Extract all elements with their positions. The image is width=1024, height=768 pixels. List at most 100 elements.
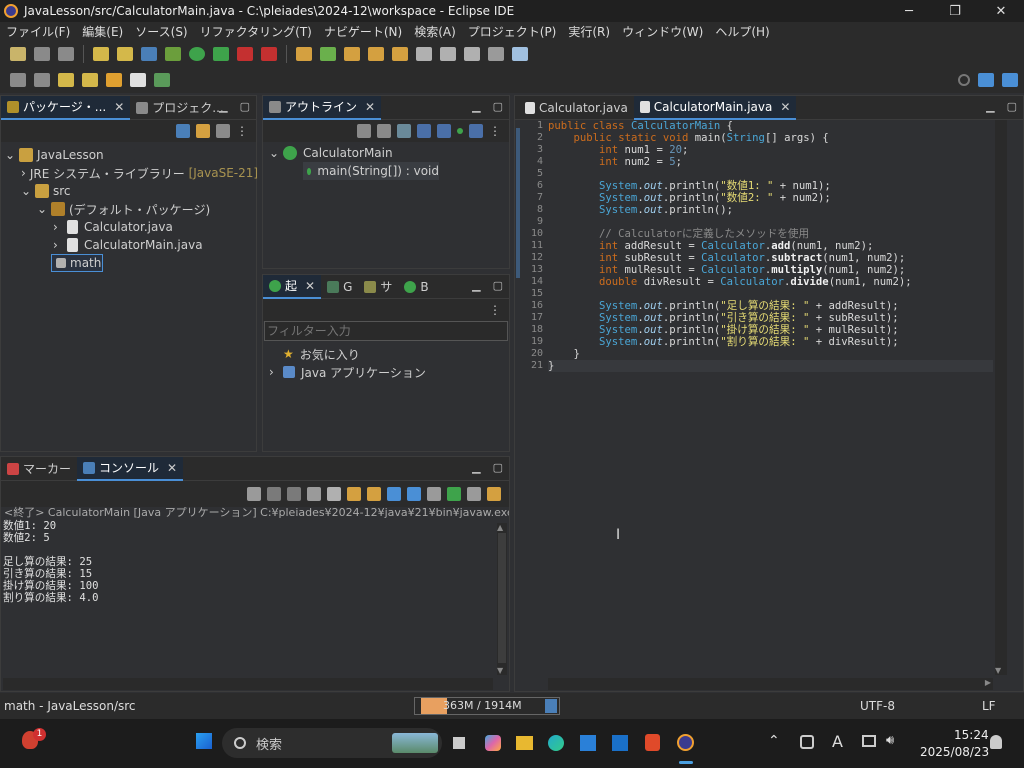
remove-all-icon[interactable] xyxy=(307,487,321,501)
hide-local-types-icon[interactable] xyxy=(437,124,451,138)
tab-project[interactable]: プロジェク... xyxy=(130,96,229,120)
maximize-button[interactable]: ❐ xyxy=(932,0,978,22)
external-tools-icon[interactable] xyxy=(261,47,277,61)
back-icon[interactable] xyxy=(106,73,122,87)
maximize-icon[interactable]: ▢ xyxy=(240,100,250,113)
save-icon[interactable] xyxy=(34,47,50,61)
console-scrollbar[interactable]: ▲ ▼ xyxy=(497,523,507,675)
minimize-icon[interactable]: ▁ xyxy=(472,100,480,113)
show-stdout-icon[interactable] xyxy=(387,487,401,501)
minimize-button[interactable]: ─ xyxy=(886,0,932,22)
link-editor-icon[interactable] xyxy=(196,124,210,138)
filter-input[interactable] xyxy=(264,321,508,341)
store-icon[interactable] xyxy=(580,735,596,751)
code-line[interactable]: public class CalculatorMain { xyxy=(548,120,993,132)
chevron-down-icon[interactable]: ⌄ xyxy=(37,202,51,216)
tree-item-calculatormain[interactable]: › CalculatorMain.java xyxy=(1,236,256,254)
remove-launch-icon[interactable] xyxy=(287,487,301,501)
link-icon[interactable] xyxy=(469,124,483,138)
chevron-down-icon[interactable]: ⌄ xyxy=(269,146,283,160)
start-button[interactable] xyxy=(196,733,212,749)
code-line[interactable]: // Calculatorに定義したメソッドを使用 xyxy=(548,228,993,240)
open-folder-icon[interactable] xyxy=(368,47,384,61)
menu-file[interactable]: ファイル(F) xyxy=(0,23,76,40)
console-hscroll[interactable] xyxy=(3,678,493,690)
display-icon[interactable] xyxy=(862,735,876,747)
new-console-icon[interactable] xyxy=(487,487,501,501)
chevron-right-icon[interactable]: › xyxy=(269,365,283,379)
hide-nonpublic-icon[interactable] xyxy=(417,124,431,138)
search-tool-icon[interactable] xyxy=(392,47,408,61)
word-wrap-icon[interactable] xyxy=(367,487,381,501)
code-line[interactable]: System.out.println("足し算の結果: " + addResul… xyxy=(548,300,993,312)
console-icon[interactable] xyxy=(141,47,157,61)
launch-item-favorites[interactable]: ★ お気に入り xyxy=(263,345,509,363)
file-explorer-icon[interactable] xyxy=(516,736,533,750)
tree-item-src[interactable]: ⌄ src xyxy=(1,182,256,200)
editor-vscroll[interactable]: ▼ xyxy=(995,120,1007,675)
back-edit-icon[interactable] xyxy=(58,73,74,87)
tab-calculator-java[interactable]: Calculator.java xyxy=(515,96,634,120)
terminate-icon[interactable] xyxy=(267,487,281,501)
new-java-project-icon[interactable] xyxy=(296,47,312,61)
annotation-icon[interactable] xyxy=(440,47,456,61)
tab-calculatormain-java[interactable]: CalculatorMain.java ✕ xyxy=(633,95,797,120)
undo-icon[interactable] xyxy=(93,47,109,61)
code-editor[interactable]: public class CalculatorMain { public sta… xyxy=(548,120,993,680)
task-view-icon[interactable] xyxy=(453,737,465,749)
code-line[interactable]: int subResult = Calculator.subtract(num1… xyxy=(548,252,993,264)
run-last-icon[interactable] xyxy=(213,47,229,61)
encoding[interactable]: UTF-8 xyxy=(860,699,895,713)
redo-icon[interactable] xyxy=(117,47,133,61)
perspective-icon[interactable] xyxy=(512,47,528,61)
edge-icon[interactable] xyxy=(548,735,564,751)
clock-date[interactable]: 2025/08/23 xyxy=(920,745,989,759)
code-line[interactable]: int num2 = 5; xyxy=(548,156,993,168)
maximize-icon[interactable]: ▢ xyxy=(493,279,503,292)
brave-icon[interactable] xyxy=(645,734,660,751)
tab-sa[interactable]: サ xyxy=(358,275,398,299)
chevron-down-icon[interactable]: ⌄ xyxy=(5,148,19,162)
forward-icon[interactable] xyxy=(130,73,146,87)
menu-source[interactable]: ソース(S) xyxy=(129,23,193,40)
tab-package-explorer[interactable]: パッケージ・... ✕ xyxy=(1,95,131,120)
display-console-icon[interactable] xyxy=(447,487,461,501)
pilcrow-icon[interactable] xyxy=(488,47,504,61)
line-ending[interactable]: LF xyxy=(982,699,996,713)
code-line[interactable]: int mulResult = Calculator.multiply(num1… xyxy=(548,264,993,276)
gc-icon[interactable] xyxy=(545,699,557,713)
menu-edit[interactable]: 編集(E) xyxy=(76,23,129,40)
code-line[interactable]: public static void main(String[] args) { xyxy=(548,132,993,144)
tree-item-math[interactable]: math xyxy=(51,254,103,272)
code-line[interactable]: System.out.println("引き算の結果: " + subResul… xyxy=(548,312,993,324)
code-line[interactable]: System.out.println("数値1: " + num1); xyxy=(548,180,993,192)
open-perspective-button-icon[interactable] xyxy=(978,73,994,87)
tab-console[interactable]: コンソール ✕ xyxy=(77,456,184,481)
tab-launch[interactable]: 起 ✕ xyxy=(263,274,322,299)
hide-fields-icon[interactable] xyxy=(377,124,391,138)
minimize-icon[interactable]: ▁ xyxy=(219,100,227,113)
code-line[interactable] xyxy=(548,288,993,300)
close-icon[interactable]: ✕ xyxy=(167,461,177,475)
code-line[interactable]: System.out.println("数値2: " + num2); xyxy=(548,192,993,204)
debug-icon[interactable] xyxy=(165,47,181,61)
filter-icon[interactable] xyxy=(216,124,230,138)
chevron-right-icon[interactable]: › xyxy=(21,166,26,180)
notification-bell-icon[interactable] xyxy=(990,735,1002,749)
stop-icon[interactable] xyxy=(237,47,253,61)
code-line[interactable]: double divResult = Calculator.divide(num… xyxy=(548,276,993,288)
clock-time[interactable]: 15:24 xyxy=(954,728,989,742)
collapse-all-icon[interactable] xyxy=(176,124,190,138)
code-line[interactable]: int addResult = Calculator.add(num1, num… xyxy=(548,240,993,252)
new-icon[interactable] xyxy=(10,47,26,61)
green-dot-icon[interactable] xyxy=(457,128,463,134)
show-stderr-icon[interactable] xyxy=(407,487,421,501)
hide-static-icon[interactable] xyxy=(397,124,411,138)
close-icon[interactable]: ✕ xyxy=(114,100,124,114)
tab-b[interactable]: B xyxy=(398,275,434,299)
outline-method-item[interactable]: main(String[]) : void xyxy=(303,162,439,180)
tree-item-jre[interactable]: › JRE システム・ライブラリー [JavaSE-21] xyxy=(1,164,258,182)
tab-outline[interactable]: アウトライン ✕ xyxy=(263,95,382,120)
code-line[interactable] xyxy=(548,168,993,180)
network-off-icon[interactable] xyxy=(800,735,814,749)
